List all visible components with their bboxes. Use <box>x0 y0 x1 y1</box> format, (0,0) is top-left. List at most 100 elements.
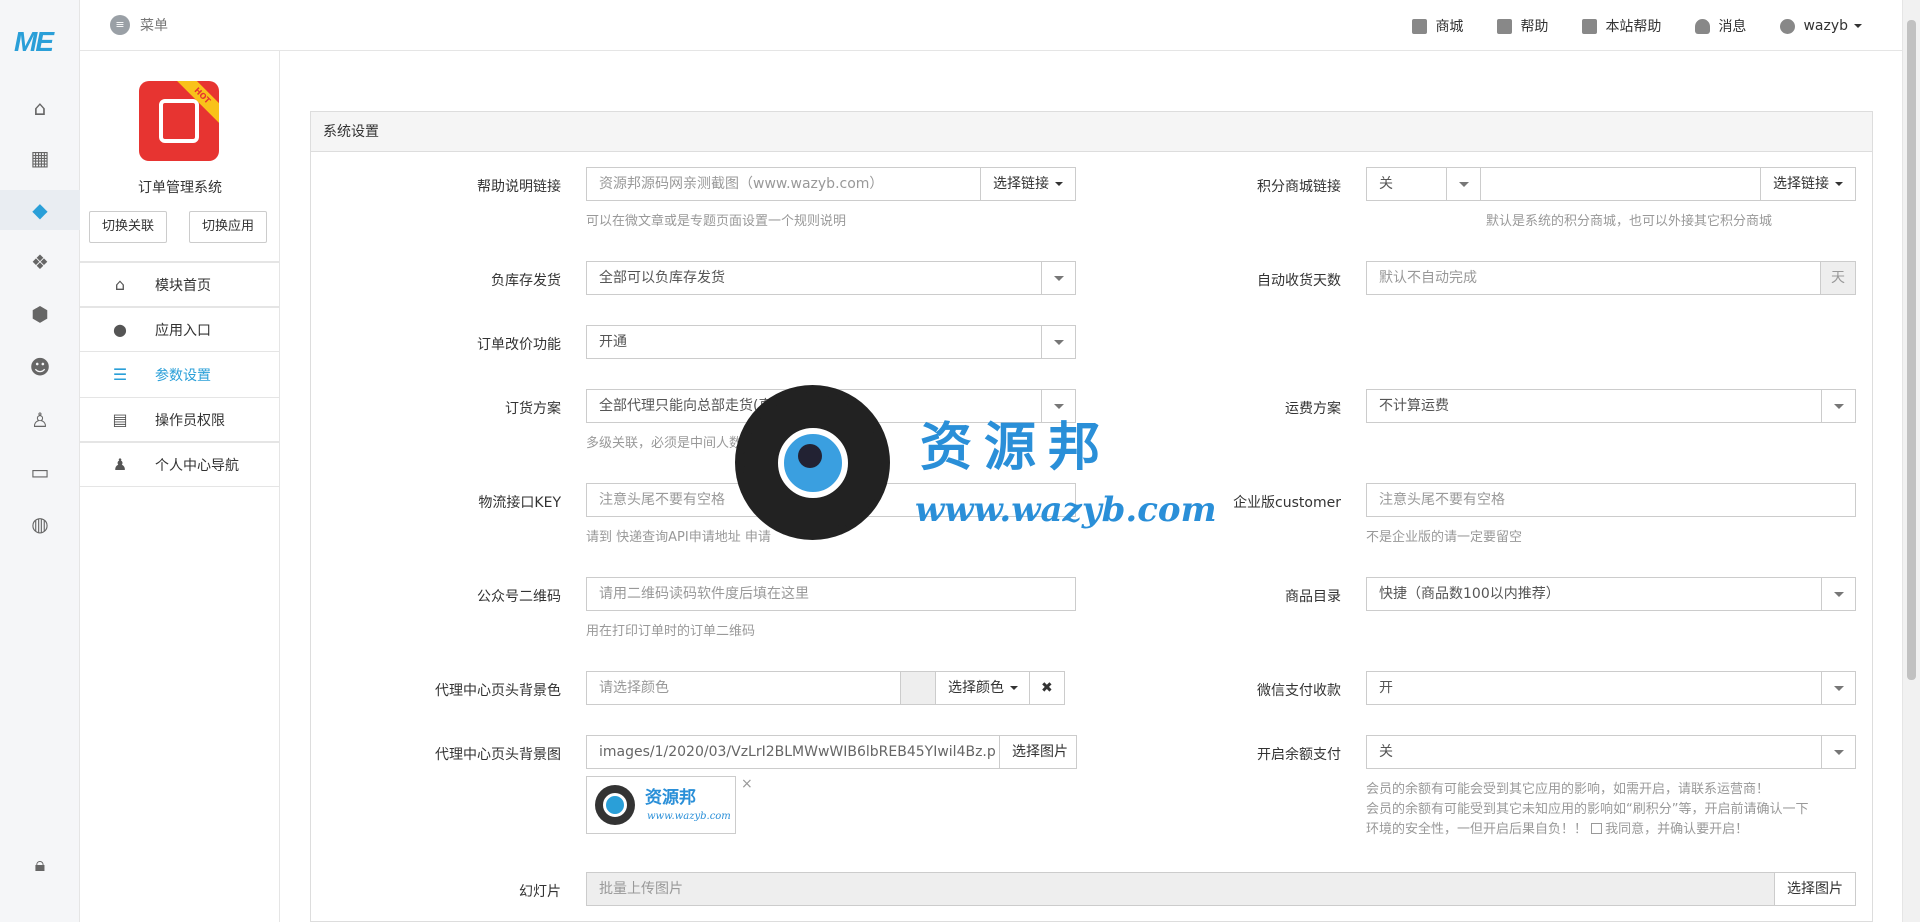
freight-select[interactable]: 不计算运费 <box>1366 389 1856 423</box>
points-mall-url-input[interactable]: 选择链接 <box>1480 167 1856 201</box>
grid-icon[interactable]: ▦ <box>28 146 52 170</box>
brand-logo[interactable]: ME <box>14 26 54 58</box>
watermark-url: www.wazyb.com <box>915 490 1217 530</box>
store-icon <box>1412 18 1428 34</box>
top-link-label: 商城 <box>1435 19 1464 35</box>
top-link-site-help[interactable]: 本站帮助 <box>1582 16 1661 36</box>
list-icon: ≡ <box>110 15 130 35</box>
header-bg-color-input[interactable]: 请选择颜色 <box>586 671 901 705</box>
sidebar-item-module-home[interactable]: ⌂ 模块首页 <box>80 262 280 307</box>
switch-link-button[interactable]: 切换关联 <box>89 211 168 243</box>
watermark-title: 资源邦 <box>920 417 1113 478</box>
points-mall-label: 积分商城链接 <box>1257 179 1341 195</box>
color-swatch[interactable] <box>900 671 936 705</box>
bag-icon <box>1582 18 1598 34</box>
negative-stock-select[interactable]: 全部可以负库存发货 <box>586 261 1076 295</box>
image-icon <box>159 99 199 143</box>
sidebar-item-label: 参数设置 <box>155 367 211 384</box>
clear-color-button[interactable]: ✖ <box>1029 671 1065 705</box>
header-bg-image-value: images/1/2020/03/VzLrI2BLMWwWIB6lbREB45Y… <box>599 744 996 760</box>
users-icon[interactable]: ☻ <box>28 355 52 379</box>
header-bg-image-thumbnail: 资源邦 www.wazyb.com <box>586 776 736 834</box>
points-mall-select-button[interactable]: 选择链接 <box>1760 168 1855 200</box>
balance-pay-value: 关 <box>1379 744 1393 760</box>
balance-pay-help-line: 会员的余额有可能会受到其它应用的影响，如需开启，请联系运营商！ <box>1366 782 1770 797</box>
help-link-input[interactable]: 资源邦源码网亲测截图（www.wazyb.com） 选择链接 <box>586 167 1076 201</box>
watermark: 资源邦 www.wazyb.com <box>735 385 1217 545</box>
package-settings-icon[interactable]: ⬢ <box>28 302 52 326</box>
page-scrollbar[interactable] <box>1902 0 1920 922</box>
header-bg-image-select-button[interactable]: 选择图片 <box>999 735 1077 769</box>
chevron-down-icon <box>1041 326 1075 358</box>
panel-title: 系统设置 <box>311 112 1872 152</box>
sidebar-nav: ⌂ 模块首页 ● 应用入口 ☰ 参数设置 ▤ 操作员权限 ♟ 个人中心导航 <box>80 261 280 487</box>
price-change-select[interactable]: 开通 <box>586 325 1076 359</box>
user-lock-icon[interactable]: ♙ <box>28 408 52 432</box>
top-bar: ≡ 菜单 商城 帮助 本站帮助 消息 wazyb <box>80 0 1902 51</box>
cube-icon[interactable]: ◆ <box>28 198 52 222</box>
sidebar-item-operator-permissions[interactable]: ▤ 操作员权限 <box>80 397 280 442</box>
slideshow-input[interactable]: 批量上传图片 选择图片 <box>586 872 1856 906</box>
watermark-gear-icon <box>735 385 890 540</box>
balance-pay-help: 会员的余额有可能会受到其它应用的影响，如需开启，请联系运营商！ 会员的余额有可能… <box>1366 780 1866 840</box>
thumb-title: 资源邦 <box>645 788 696 808</box>
sidebar-item-label: 个人中心导航 <box>155 457 239 474</box>
watermark-gear-icon <box>595 785 635 825</box>
app-name: 订单管理系统 <box>138 180 222 196</box>
enterprise-input[interactable]: 注意头尾不要有空格 <box>1366 483 1856 517</box>
globe-icon[interactable]: ◍ <box>28 512 52 536</box>
chevron-down-icon <box>1821 672 1855 704</box>
negative-stock-label: 负库存发货 <box>491 273 561 289</box>
eye-icon <box>778 428 848 498</box>
home-icon[interactable]: ⌂ <box>28 96 52 120</box>
eye-icon <box>603 793 627 817</box>
help-link-select-button[interactable]: 选择链接 <box>980 168 1075 200</box>
balance-pay-select[interactable]: 关 <box>1366 735 1856 769</box>
logistics-key-label: 物流接口KEY <box>478 495 561 511</box>
user-menu[interactable]: wazyb <box>1780 16 1862 36</box>
top-link-messages[interactable]: 消息 <box>1695 16 1746 36</box>
chevron-down-icon <box>1446 168 1480 200</box>
icon-rail: ME ⌂ ▦ ◆ ❖ ⬢ ☻ ♙ ▭ ◍ 🔒︎ <box>0 0 80 922</box>
qrcode-placeholder: 请用二维码读码软件度后填在这里 <box>599 586 809 602</box>
monitor-icon[interactable]: ▭ <box>28 460 52 484</box>
top-link-help[interactable]: 帮助 <box>1497 16 1548 36</box>
module-sidebar: HOT 订单管理系统 切换关联 切换应用 ⌂ 模块首页 ● 应用入口 ☰ 参数设置 ▤… <box>80 51 280 922</box>
select-color-button[interactable]: 选择颜色 <box>935 671 1030 705</box>
scrollbar-thumb[interactable] <box>1907 20 1916 680</box>
qrcode-input[interactable]: 请用二维码读码软件度后填在这里 <box>586 577 1076 611</box>
sidebar-item-label: 操作员权限 <box>155 412 225 429</box>
user-icon: ♟ <box>112 454 128 474</box>
top-link-label: 消息 <box>1718 19 1747 35</box>
catalog-select[interactable]: 快捷（商品数100以内推荐） <box>1366 577 1856 611</box>
agree-checkbox[interactable] <box>1591 823 1603 834</box>
qrcode-label: 公众号二维码 <box>477 589 561 605</box>
apps-icon[interactable]: ❖ <box>28 250 52 274</box>
help-link-help: 可以在微文章或是专题页面设置一个规则说明 <box>586 214 847 229</box>
sidebar-item-profile-nav[interactable]: ♟ 个人中心导航 <box>80 442 280 487</box>
lock-icon[interactable]: 🔒︎ <box>28 852 52 876</box>
list-icon: ☰ <box>112 364 128 384</box>
remove-image-icon[interactable]: × <box>741 776 753 792</box>
chevron-down-icon <box>1821 736 1855 768</box>
points-mall-select[interactable]: 关 <box>1366 167 1481 201</box>
switch-app-button[interactable]: 切换应用 <box>189 211 268 243</box>
price-change-label: 订单改价功能 <box>477 337 561 353</box>
header-bg-image-label: 代理中心页头背景图 <box>435 747 561 763</box>
bag-icon <box>1497 18 1513 34</box>
menu-toggle[interactable]: ≡ 菜单 <box>110 15 168 35</box>
sidebar-item-settings[interactable]: ☰ 参数设置 <box>80 352 280 397</box>
balance-pay-warning: 环境的安全性，一但开启后果自负！！ <box>1366 822 1588 837</box>
help-link-label: 帮助说明链接 <box>477 179 561 195</box>
points-mall-value: 关 <box>1379 176 1393 192</box>
slideshow-select-button[interactable]: 选择图片 <box>1774 873 1855 905</box>
freight-value: 不计算运费 <box>1379 398 1449 414</box>
enterprise-placeholder: 注意头尾不要有空格 <box>1379 492 1505 508</box>
auto-receive-input[interactable]: 默认不自动完成 天 <box>1366 261 1856 295</box>
user-icon <box>1780 18 1796 34</box>
auto-receive-unit: 天 <box>1820 262 1855 294</box>
top-link-mall[interactable]: 商城 <box>1412 16 1463 36</box>
sidebar-item-app-entry[interactable]: ● 应用入口 <box>80 307 280 352</box>
wechat-pay-select[interactable]: 开 <box>1366 671 1856 705</box>
catalog-value: 快捷（商品数100以内推荐） <box>1379 586 1560 602</box>
